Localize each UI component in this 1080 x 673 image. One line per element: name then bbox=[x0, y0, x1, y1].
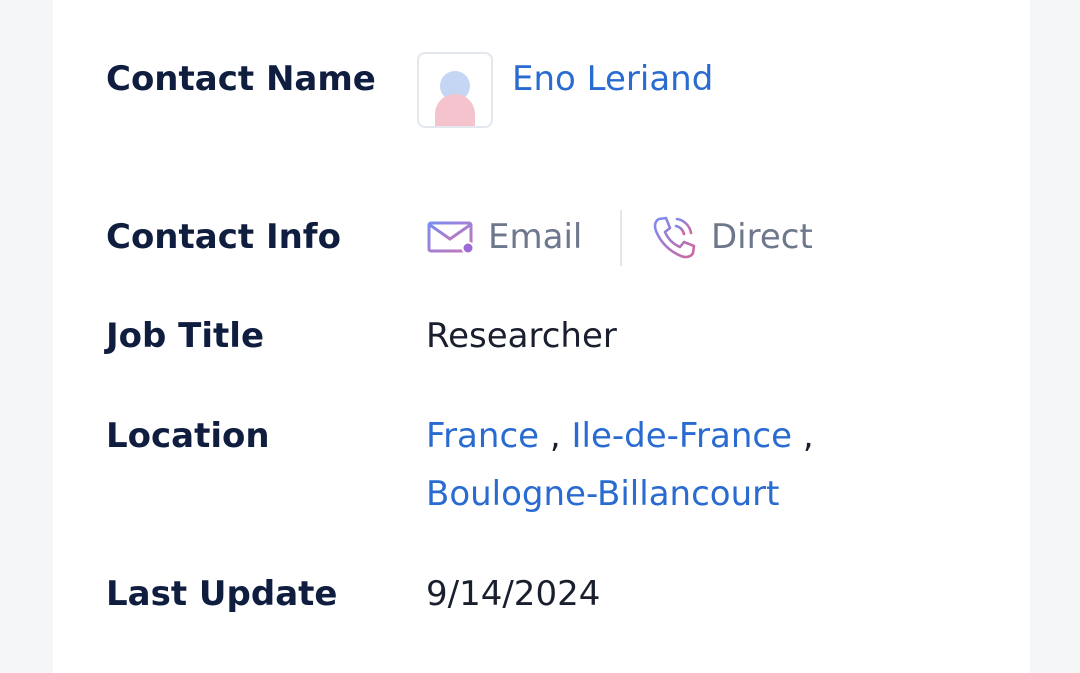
job-title-label: Job Title bbox=[106, 316, 264, 356]
location-label: Location bbox=[106, 416, 270, 456]
job-title-value: Researcher bbox=[426, 316, 617, 356]
location-city-link[interactable]: Boulogne-Billancourt bbox=[426, 474, 779, 514]
envelope-icon bbox=[426, 217, 476, 257]
contact-info-divider bbox=[620, 210, 622, 266]
location-country-link[interactable]: France bbox=[426, 416, 539, 456]
avatar-body bbox=[435, 94, 475, 126]
phone-icon bbox=[649, 213, 699, 261]
location-region-link[interactable]: Ile-de-France bbox=[572, 416, 793, 456]
location-separator: , bbox=[549, 416, 561, 456]
contact-name-label: Contact Name bbox=[106, 59, 376, 99]
last-update-label: Last Update bbox=[106, 574, 338, 614]
contact-name-link[interactable]: Eno Leriand bbox=[512, 50, 713, 108]
avatar[interactable] bbox=[417, 52, 493, 128]
last-update-value: 9/14/2024 bbox=[426, 574, 601, 614]
location-line-1: France , Ile-de-France , bbox=[426, 407, 814, 465]
location-line-2: Boulogne-Billancourt bbox=[426, 465, 779, 523]
contact-card: Contact Name Eno Leriand Contact Info Em… bbox=[53, 0, 1030, 673]
email-chip[interactable]: Email bbox=[426, 208, 582, 266]
direct-label: Direct bbox=[711, 217, 813, 257]
email-label: Email bbox=[488, 217, 583, 257]
contact-info-label: Contact Info bbox=[106, 217, 341, 257]
location-separator: , bbox=[802, 416, 814, 456]
direct-chip[interactable]: Direct bbox=[649, 208, 813, 266]
